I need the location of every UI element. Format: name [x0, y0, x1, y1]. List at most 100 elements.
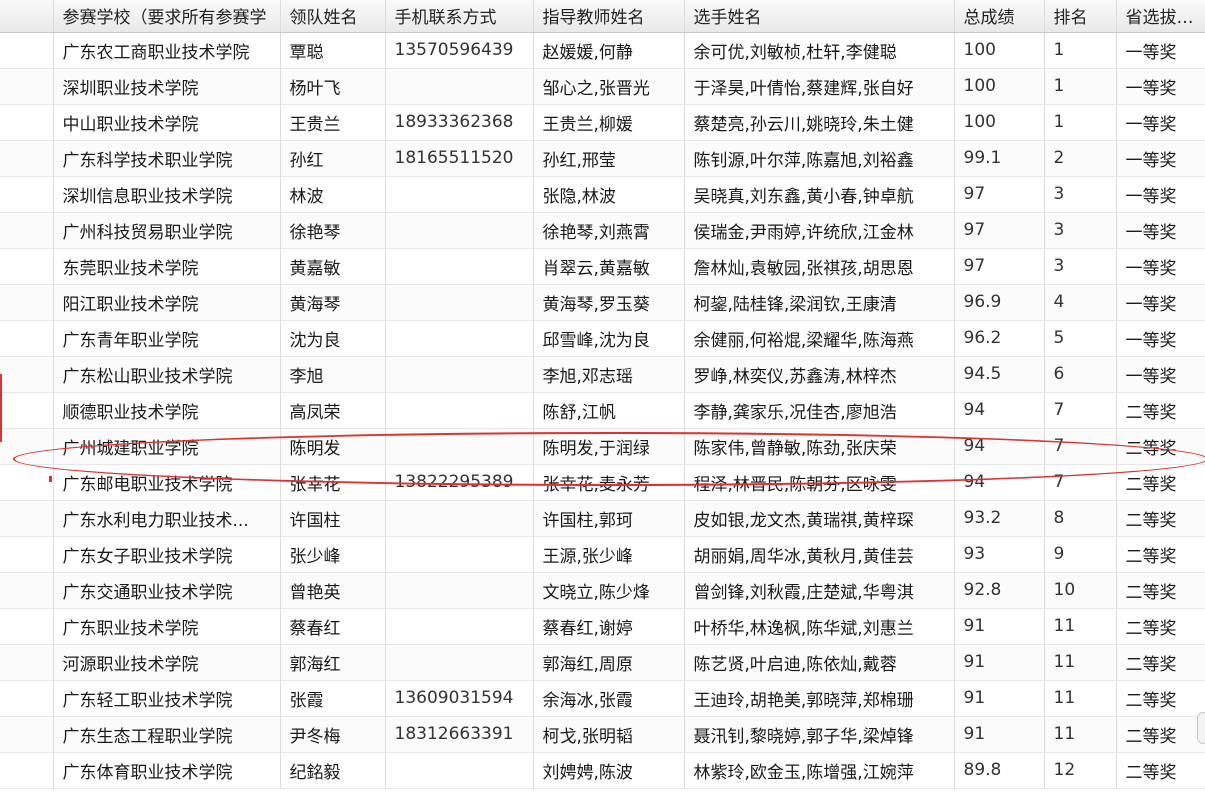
cell-school[interactable]: 广东轻工职业技术学院	[53, 680, 281, 717]
cell-players[interactable]: 詹林灿,袁敏园,张祺孩,胡思恩	[684, 248, 955, 285]
table-row[interactable]: 广东生态工程职业学院 尹冬梅 18312663391 柯戈,张明韬 聂汛钊,黎晓婷,郭子…	[0, 716, 1205, 753]
cell-school[interactable]: 东莞职业技术学院	[53, 248, 281, 285]
header-teachers[interactable]: 指导教师姓名	[533, 0, 685, 33]
row-header[interactable]	[0, 356, 54, 393]
cell-school[interactable]: 顺德职业技术学院	[53, 392, 281, 429]
cell-score[interactable]: 99.1	[954, 140, 1045, 177]
cell-phone[interactable]	[385, 356, 534, 393]
row-header[interactable]	[0, 752, 54, 789]
header-phone[interactable]: 手机联系方式	[385, 0, 534, 33]
cell-rank[interactable]: 11	[1044, 716, 1117, 753]
cell-award[interactable]: 一等奖	[1116, 104, 1205, 141]
cell-leader[interactable]: 沈为良	[280, 320, 386, 357]
cell-school[interactable]: 广东科学技术职业学院	[53, 140, 281, 177]
cell-score[interactable]: 96.9	[954, 284, 1045, 321]
cell-leader[interactable]: 尹冬梅	[280, 716, 386, 753]
cell-rank[interactable]: 3	[1044, 248, 1117, 285]
cell-award[interactable]: 一等奖	[1116, 32, 1205, 69]
row-header[interactable]	[0, 536, 54, 573]
table-row[interactable]: 广东青年职业学院 沈为良 邱雪峰,沈为良 余健丽,何裕焜,梁耀华,陈海燕 96.2 5 一等…	[0, 320, 1205, 357]
cell-phone[interactable]	[385, 392, 534, 429]
cell-school[interactable]: 广东青年职业学院	[53, 320, 281, 357]
cell-rank[interactable]: 3	[1044, 212, 1117, 249]
cell-phone[interactable]	[385, 248, 534, 285]
table-row[interactable]: 广州城建职业学院 陈明发 陈明发,于润绿 陈家伟,曾静敏,陈劲,张庆荣 94 7 二等奖	[0, 428, 1205, 465]
table-row[interactable]: 广东交通职业技术学院 曾艳英 文晓立,陈少烽 曾剑锋,刘秋霞,庄楚斌,华粤淇 92.8 1…	[0, 572, 1205, 609]
table-row[interactable]: 广东邮电职业技术学院 张幸花 13822295389 张幸花,麦永芳 程泽,林晋民,陈朝…	[0, 464, 1205, 501]
cell-school[interactable]: 河源职业技术学院	[53, 644, 281, 681]
cell-leader[interactable]: 许国柱	[280, 500, 386, 537]
cell-score[interactable]: 92.8	[954, 572, 1045, 609]
cell-school[interactable]: 广东女子职业技术学院	[53, 536, 281, 573]
cell-players[interactable]: 陈钊源,叶尔萍,陈嘉旭,刘裕鑫	[684, 140, 955, 177]
header-award[interactable]: 省选拔赛排	[1116, 0, 1205, 33]
header-score[interactable]: 总成绩	[954, 0, 1045, 33]
cell-leader[interactable]: 陈明发	[280, 428, 386, 465]
cell-score[interactable]: 93	[954, 536, 1045, 573]
cell-school[interactable]: 广州城建职业学院	[53, 428, 281, 465]
table-row[interactable]: 广州科技贸易职业学院 徐艳琴 徐艳琴,刘燕霄 侯瑞金,尹雨婷,许统欣,江金林 97 3 一等…	[0, 212, 1205, 249]
cell-leader[interactable]: 孙红	[280, 140, 386, 177]
cell-players[interactable]: 吴晓真,刘东鑫,黄小春,钟卓航	[684, 176, 955, 213]
table-row[interactable]: 阳江职业技术学院 黄海琴 黄海琴,罗玉葵 柯鋆,陆桂锋,梁润钦,王康清 96.9 4 一等奖	[0, 284, 1205, 321]
cell-leader[interactable]: 黄海琴	[280, 284, 386, 321]
cell-teachers[interactable]: 柯戈,张明韬	[533, 716, 685, 753]
cell-players[interactable]: 余健丽,何裕焜,梁耀华,陈海燕	[684, 320, 955, 357]
cell-school[interactable]: 广东农工商职业技术学院	[53, 32, 281, 69]
table-row[interactable]: 顺德职业技术学院 高凤荣 陈舒,江帆 李静,龚家乐,况佳杏,廖旭浩 94 7 二等奖	[0, 392, 1205, 429]
cell-phone[interactable]: 13570596439	[385, 32, 534, 69]
cell-award[interactable]: 二等奖	[1116, 536, 1205, 573]
row-header[interactable]	[0, 176, 54, 213]
cell-leader[interactable]: 张霞	[280, 680, 386, 717]
cell-award[interactable]: 二等奖	[1116, 644, 1205, 681]
cell-teachers[interactable]: 余海冰,张霞	[533, 680, 685, 717]
table-row[interactable]: 深圳信息职业技术学院 林波 张隐,林波 吴晓真,刘东鑫,黄小春,钟卓航 97 3 一等奖	[0, 176, 1205, 213]
row-header[interactable]	[0, 428, 54, 465]
table-row[interactable]: 中山职业技术学院 王贵兰 18933362368 王贵兰,柳媛 蔡楚亮,孙云川,姚晓玲,…	[0, 104, 1205, 141]
cell-award[interactable]: 二等奖	[1116, 428, 1205, 465]
cell-phone[interactable]: 13609031594	[385, 680, 534, 717]
cell-players[interactable]: 蔡楚亮,孙云川,姚晓玲,朱土健	[684, 104, 955, 141]
header-corner[interactable]	[0, 0, 54, 33]
table-row[interactable]: 广东松山职业技术学院 李旭 李旭,邓志瑶 罗峥,林奕仪,苏鑫涛,林梓杰 94.5 6 一等奖	[0, 356, 1205, 393]
cell-players[interactable]: 于泽昊,叶倩怡,蔡建辉,张自好	[684, 68, 955, 105]
cell-phone[interactable]	[385, 644, 534, 681]
cell-score[interactable]: 91	[954, 608, 1045, 645]
cell-players[interactable]: 罗峥,林奕仪,苏鑫涛,林梓杰	[684, 356, 955, 393]
cell-school[interactable]: 广东体育职业技术学院	[53, 752, 281, 789]
cell-school[interactable]: 深圳信息职业技术学院	[53, 176, 281, 213]
cell-school[interactable]: 广东职业技术学院	[53, 608, 281, 645]
cell-players[interactable]: 皮如银,龙文杰,黄瑞祺,黄梓琛	[684, 500, 955, 537]
cell-rank[interactable]: 1	[1044, 68, 1117, 105]
cell-rank[interactable]: 4	[1044, 284, 1117, 321]
cell-phone[interactable]	[385, 284, 534, 321]
cell-players[interactable]: 余可优,刘敏桢,杜轩,李健聪	[684, 32, 955, 69]
row-header[interactable]	[0, 680, 54, 717]
row-header[interactable]	[0, 644, 54, 681]
cell-rank[interactable]: 8	[1044, 500, 1117, 537]
cell-score[interactable]: 91	[954, 716, 1045, 753]
table-row[interactable]: 东莞职业技术学院 黄嘉敏 肖翠云,黄嘉敏 詹林灿,袁敏园,张祺孩,胡思恩 97 3 一等奖	[0, 248, 1205, 285]
cell-players[interactable]: 林紫玲,欧金玉,陈增强,江婉萍	[684, 752, 955, 789]
cell-score[interactable]: 97	[954, 176, 1045, 213]
cell-school[interactable]: 广州科技贸易职业学院	[53, 212, 281, 249]
cell-players[interactable]: 程泽,林晋民,陈朝芬,区咏雯	[684, 464, 955, 501]
cell-rank[interactable]: 11	[1044, 644, 1117, 681]
cell-leader[interactable]: 张幸花	[280, 464, 386, 501]
cell-teachers[interactable]: 郭海红,周原	[533, 644, 685, 681]
cell-score[interactable]: 96.2	[954, 320, 1045, 357]
cell-leader[interactable]: 徐艳琴	[280, 212, 386, 249]
cell-phone[interactable]	[385, 608, 534, 645]
cell-award[interactable]: 二等奖	[1116, 464, 1205, 501]
cell-award[interactable]: 一等奖	[1116, 320, 1205, 357]
cell-phone[interactable]	[385, 176, 534, 213]
cell-school[interactable]: 广东水利电力职业技术...	[53, 500, 281, 537]
cell-leader[interactable]: 蔡春红	[280, 608, 386, 645]
cell-rank[interactable]: 11	[1044, 608, 1117, 645]
table-row[interactable]: 广东水利电力职业技术... 许国柱 许国柱,郭珂 皮如银,龙文杰,黄瑞祺,黄梓琛 93.…	[0, 500, 1205, 537]
cell-rank[interactable]: 7	[1044, 464, 1117, 501]
row-header[interactable]	[0, 32, 54, 69]
cell-school[interactable]: 广东生态工程职业学院	[53, 716, 281, 753]
cell-award[interactable]: 二等奖	[1116, 716, 1205, 753]
cell-score[interactable]: 97	[954, 212, 1045, 249]
